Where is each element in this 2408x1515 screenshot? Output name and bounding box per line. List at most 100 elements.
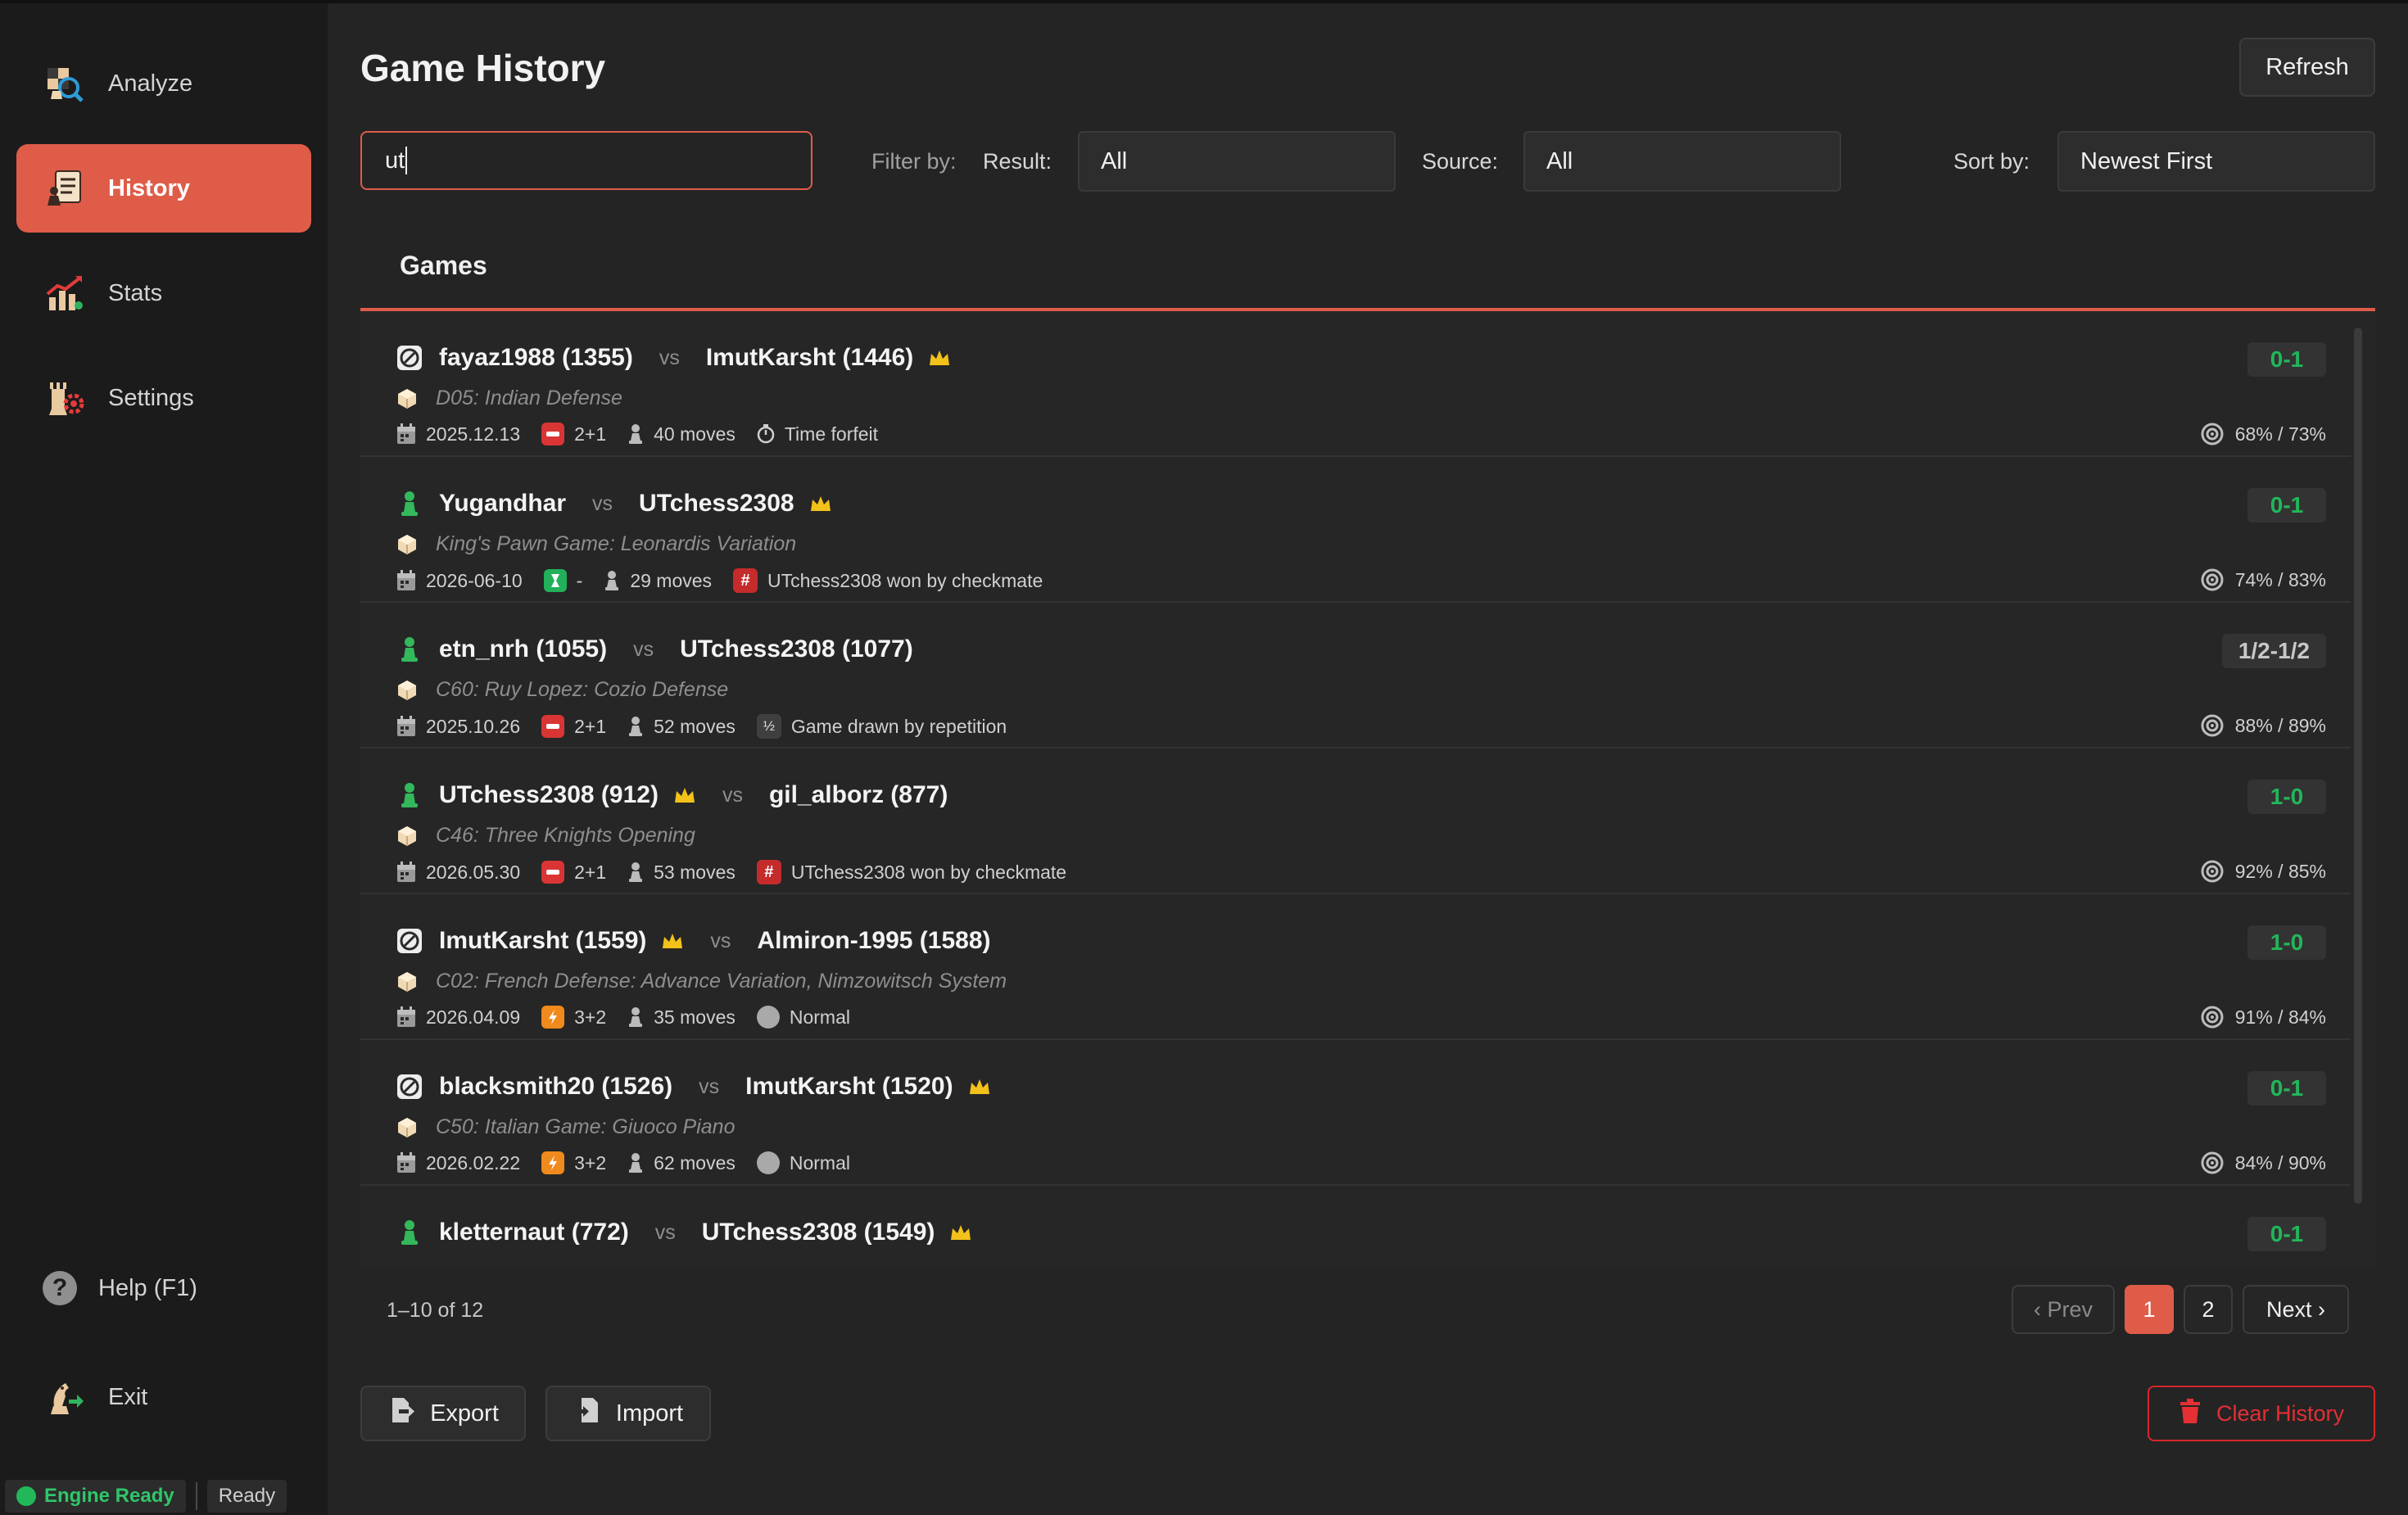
accuracy-target-icon [2201,860,2224,883]
daily-time-control-icon [543,569,567,592]
engine-status-dot [16,1486,36,1506]
accuracy: 92% / 85% [2201,860,2326,883]
normal-termination-icon [756,1006,780,1029]
move-count: 35 moves [654,1006,736,1028]
move-count: 62 moves [654,1151,736,1174]
accuracy: 91% / 84% [2201,1006,2326,1029]
main-content: Game History Refresh ut Filter by: Resul… [328,3,2408,1515]
winner-crown-icon [968,1078,991,1096]
calendar-icon [396,1152,416,1174]
game-opening: C02: French Defense: Advance Variation, … [396,970,1007,993]
import-button[interactable]: Import [545,1386,711,1441]
opening-book-icon [396,971,418,993]
source-filter-select[interactable]: All [1523,131,1841,192]
game-row[interactable]: fayaz1988 (1355) vs ImutKarsht (1446) 0-1 D0… [360,311,2351,457]
export-icon [387,1396,415,1431]
sidebar-item-stats[interactable]: Stats [16,249,311,337]
time-control: 2+1 [574,861,607,883]
white-player: ImutKarsht (1559) [439,927,647,954]
page-button-2[interactable]: 2 [2184,1285,2233,1334]
termination: Normal [789,1151,850,1174]
result-badge: 1-0 [2247,780,2326,814]
engine-status: Engine Ready [5,1480,186,1513]
game-opening: C50: Italian Game: Giuoco Piano [396,1115,735,1139]
accuracy-value: 68% / 73% [2234,423,2326,445]
checkmate-icon: # [733,568,758,593]
opening-book-icon [396,1117,418,1138]
pagination-info: 1–10 of 12 [387,1299,484,1322]
search-input-value: ut [385,147,405,174]
black-player: UTchess2308 (1077) [680,635,913,663]
game-meta: 2026-06-10 - 29 moves # UTchess2308 won by c… [396,568,1064,593]
sidebar-item-label: Stats [108,279,163,306]
settings-icon [44,378,85,418]
game-row[interactable]: etn_nrh (1055) vs UTchess2308 (1077) 1/2-1/… [360,603,2351,748]
game-players: kletternaut (772) vs UTchess2308 (1549) [396,1219,972,1246]
analyze-icon [44,63,85,104]
chesscom-source-icon [396,928,423,954]
game-row[interactable]: Yugandhar vs UTchess2308 0-1 King's Pawn Gam… [360,457,2351,603]
export-button[interactable]: Export [360,1386,526,1441]
pawn-source-icon [396,1219,423,1246]
game-date: 2026.04.09 [426,1006,521,1028]
game-row[interactable]: kletternaut (772) vs UTchess2308 (1549) 0-1 [360,1186,2351,1268]
accuracy: 84% / 90% [2201,1151,2326,1174]
chesscom-source-icon [396,1074,423,1100]
vs-label: vs [699,1074,720,1098]
prev-page-button[interactable]: ‹ Prev [2012,1285,2115,1334]
white-player: etn_nrh (1055) [439,635,608,663]
history-icon [44,168,85,209]
opening-name: C46: Three Knights Opening [436,824,695,847]
games-list-scrollbar[interactable] [2354,328,2362,1204]
white-player: kletternaut (772) [439,1219,629,1246]
app-status: Ready [206,1480,287,1513]
draw-icon: ½ [756,714,781,739]
game-meta: 2026.02.22 3+2 62 moves Normal [396,1151,871,1174]
game-players: blacksmith20 (1526) vs ImutKarsht (1520) [396,1073,991,1101]
accuracy-target-icon [2201,568,2224,591]
help-button[interactable]: ? Help (F1) [43,1271,197,1305]
sidebar-item-label: Analyze [108,70,193,97]
sidebar-item-analyze[interactable]: Analyze [16,39,311,128]
checkmate-icon: # [756,860,781,884]
exit-button[interactable]: Exit [16,1353,311,1441]
source-filter-label: Source: [1422,149,1499,174]
moves-pawn-icon [604,570,620,591]
result-badge: 0-1 [2247,488,2326,522]
result-filter-select[interactable]: All [1078,131,1396,192]
termination: Normal [789,1006,850,1028]
calendar-icon [396,1006,416,1028]
sidebar-item-label: Exit [108,1383,148,1410]
result-badge: 0-1 [2247,342,2326,377]
game-date: 2025.10.26 [426,715,521,737]
tab-games[interactable]: Games [360,236,2375,311]
game-opening: D05: Indian Defense [396,387,622,410]
game-meta: 2026.04.09 3+2 35 moves Normal [396,1006,871,1029]
sort-label: Sort by: [1953,149,2030,174]
sidebar-item-history[interactable]: History [16,144,311,233]
clear-history-button[interactable]: Clear History [2148,1386,2375,1441]
pawn-source-icon [396,636,423,663]
white-player: fayaz1988 (1355) [439,344,633,371]
vs-label: vs [722,783,743,807]
refresh-button[interactable]: Refresh [2239,38,2375,97]
moves-pawn-icon [627,862,644,883]
game-opening: King's Pawn Game: Leonardis Variation [396,532,796,556]
help-label: Help (F1) [98,1274,197,1301]
calendar-icon [396,423,416,445]
calendar-icon [396,716,416,737]
engine-status-text: Engine Ready [44,1485,174,1507]
game-row[interactable]: UTchess2308 (912) vs gil_alborz (877) 1-0 C4… [360,748,2351,894]
text-caret [405,147,408,174]
accuracy-value: 91% / 84% [2234,1006,2326,1028]
sidebar-item-settings[interactable]: Settings [16,354,311,442]
sort-select[interactable]: Newest First [2057,131,2375,192]
time-control: 2+1 [574,715,607,737]
game-row[interactable]: ImutKarsht (1559) vs Almiron-1995 (1588) 1-… [360,894,2351,1040]
page-button-1[interactable]: 1 [2125,1285,2174,1334]
result-badge: 1/2-1/2 [2221,634,2326,668]
game-row[interactable]: blacksmith20 (1526) vs ImutKarsht (1520) 0-… [360,1040,2351,1186]
search-input[interactable]: ut [360,131,812,190]
calendar-icon [396,862,416,883]
next-page-button[interactable]: Next › [2243,1285,2349,1334]
